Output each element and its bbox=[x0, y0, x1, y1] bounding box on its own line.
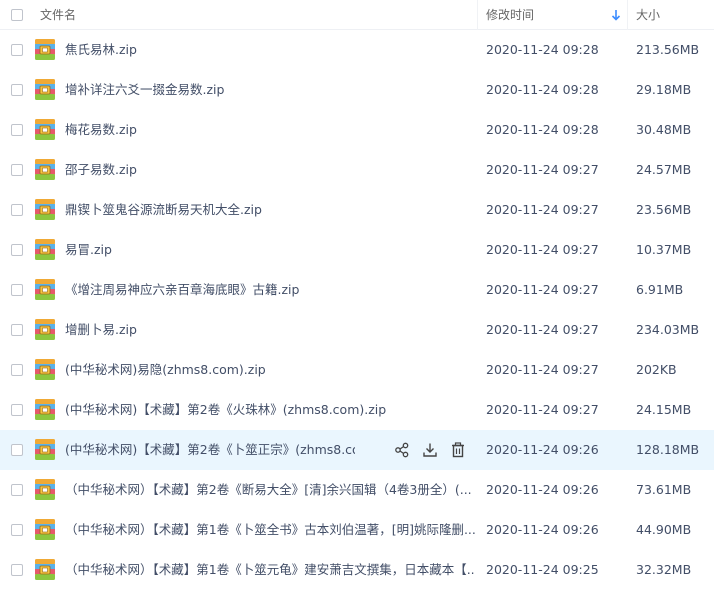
table-row[interactable]: 增删卜易.zip 2020-11-24 09:27 234.03MB bbox=[0, 310, 714, 350]
file-name[interactable]: 焦氏易林.zip bbox=[65, 30, 475, 70]
select-all-checkbox[interactable] bbox=[11, 9, 23, 21]
header-divider bbox=[477, 0, 478, 30]
share-icon[interactable] bbox=[393, 441, 411, 459]
zip-file-icon bbox=[35, 199, 55, 220]
row-checkbox[interactable] bbox=[11, 484, 23, 496]
row-checkbox[interactable] bbox=[11, 324, 23, 336]
file-list-table: 文件名 修改时间 大小 焦氏易林.zip 2020-11-24 09:28 213.… bbox=[0, 0, 714, 588]
zip-file-icon bbox=[35, 359, 55, 380]
zip-file-icon bbox=[35, 439, 55, 460]
zip-file-icon bbox=[35, 39, 55, 60]
file-size: 44.90MB bbox=[636, 522, 692, 537]
table-row[interactable]: 梅花易数.zip 2020-11-24 09:28 30.48MB bbox=[0, 110, 714, 150]
file-modified-time: 2020-11-24 09:27 bbox=[486, 202, 599, 217]
file-size: 24.15MB bbox=[636, 402, 692, 417]
file-name[interactable]: (中华秘术网)【术藏】第2卷《卜筮正宗》(zhms8.co... bbox=[65, 430, 355, 470]
row-checkbox[interactable] bbox=[11, 444, 23, 456]
file-size: 128.18MB bbox=[636, 442, 700, 457]
row-checkbox[interactable] bbox=[11, 124, 23, 136]
file-name[interactable]: 梅花易数.zip bbox=[65, 110, 475, 150]
file-modified-time: 2020-11-24 09:27 bbox=[486, 362, 599, 377]
file-name[interactable]: 增删卜易.zip bbox=[65, 310, 475, 350]
delete-icon[interactable] bbox=[449, 441, 467, 459]
file-modified-time: 2020-11-24 09:26 bbox=[486, 482, 599, 497]
table-row[interactable]: (中华秘术网)【术藏】第2卷《火珠林》(zhms8.com).zip 2020-1… bbox=[0, 390, 714, 430]
file-name[interactable]: 邵子易数.zip bbox=[65, 150, 475, 190]
file-name[interactable]: (中华秘术网)易隐(zhms8.com).zip bbox=[65, 350, 475, 390]
file-modified-time: 2020-11-24 09:27 bbox=[486, 162, 599, 177]
table-row[interactable]: 邵子易数.zip 2020-11-24 09:27 24.57MB bbox=[0, 150, 714, 190]
file-name[interactable]: （中华秘术网）【术藏】第1卷《卜筮元龟》建安萧吉文撰集，日本藏本【... bbox=[65, 550, 475, 590]
file-modified-time: 2020-11-24 09:27 bbox=[486, 322, 599, 337]
file-size: 23.56MB bbox=[636, 202, 692, 217]
file-name[interactable]: 易冒.zip bbox=[65, 230, 475, 270]
file-modified-time: 2020-11-24 09:28 bbox=[486, 122, 599, 137]
file-name[interactable]: (中华秘术网)【术藏】第2卷《火珠林》(zhms8.com).zip bbox=[65, 390, 475, 430]
file-modified-time: 2020-11-24 09:28 bbox=[486, 42, 599, 57]
table-row[interactable]: （中华秘术网）【术藏】第1卷《卜筮全书》古本刘伯温著，[明]姚际隆删... 202… bbox=[0, 510, 714, 550]
row-checkbox[interactable] bbox=[11, 84, 23, 96]
file-modified-time: 2020-11-24 09:25 bbox=[486, 562, 599, 577]
file-name[interactable]: （中华秘术网）【术藏】第2卷《断易大全》[清]余兴国辑（4卷3册全）(... bbox=[65, 470, 475, 510]
file-size: 234.03MB bbox=[636, 322, 700, 337]
file-modified-time: 2020-11-24 09:26 bbox=[486, 442, 599, 457]
file-modified-time: 2020-11-24 09:28 bbox=[486, 82, 599, 97]
file-size: 30.48MB bbox=[636, 122, 692, 137]
file-name[interactable]: 《增注周易神应六亲百章海底眼》古籍.zip bbox=[65, 270, 475, 310]
row-checkbox[interactable] bbox=[11, 284, 23, 296]
table-row[interactable]: （中华秘术网）【术藏】第2卷《断易大全》[清]余兴国辑（4卷3册全）(... 20… bbox=[0, 470, 714, 510]
table-row[interactable]: 《增注周易神应六亲百章海底眼》古籍.zip 2020-11-24 09:27 6.9… bbox=[0, 270, 714, 310]
file-size: 10.37MB bbox=[636, 242, 692, 257]
row-checkbox[interactable] bbox=[11, 564, 23, 576]
row-checkbox[interactable] bbox=[11, 524, 23, 536]
file-size: 6.91MB bbox=[636, 282, 684, 297]
zip-file-icon bbox=[35, 559, 55, 580]
row-checkbox[interactable] bbox=[11, 244, 23, 256]
file-name[interactable]: 增补详注六爻一掇金易数.zip bbox=[65, 70, 475, 110]
row-checkbox[interactable] bbox=[11, 44, 23, 56]
table-row[interactable]: (中华秘术网)【术藏】第2卷《卜筮正宗》(zhms8.co... 2020-11-… bbox=[0, 430, 714, 470]
header-modified-time[interactable]: 修改时间 bbox=[486, 0, 534, 30]
file-modified-time: 2020-11-24 09:27 bbox=[486, 402, 599, 417]
header-divider bbox=[627, 0, 628, 30]
table-row[interactable]: 焦氏易林.zip 2020-11-24 09:28 213.56MB bbox=[0, 30, 714, 70]
file-size: 24.57MB bbox=[636, 162, 692, 177]
file-modified-time: 2020-11-24 09:27 bbox=[486, 242, 599, 257]
zip-file-icon bbox=[35, 399, 55, 420]
sort-desc-icon[interactable] bbox=[611, 8, 621, 22]
zip-file-icon bbox=[35, 239, 55, 260]
download-icon[interactable] bbox=[421, 441, 439, 459]
file-size: 213.56MB bbox=[636, 42, 700, 57]
row-checkbox[interactable] bbox=[11, 164, 23, 176]
file-size: 32.32MB bbox=[636, 562, 692, 577]
file-size: 73.61MB bbox=[636, 482, 692, 497]
table-row[interactable]: 易冒.zip 2020-11-24 09:27 10.37MB bbox=[0, 230, 714, 270]
header-filename[interactable]: 文件名 bbox=[40, 0, 76, 30]
table-row[interactable]: (中华秘术网)易隐(zhms8.com).zip 2020-11-24 09:27… bbox=[0, 350, 714, 390]
row-checkbox[interactable] bbox=[11, 364, 23, 376]
zip-file-icon bbox=[35, 279, 55, 300]
row-checkbox[interactable] bbox=[11, 204, 23, 216]
zip-file-icon bbox=[35, 519, 55, 540]
file-modified-time: 2020-11-24 09:27 bbox=[486, 282, 599, 297]
file-size: 202KB bbox=[636, 362, 677, 377]
zip-file-icon bbox=[35, 479, 55, 500]
file-name[interactable]: 鼎锲卜筮鬼谷源流断易天机大全.zip bbox=[65, 190, 475, 230]
zip-file-icon bbox=[35, 119, 55, 140]
file-size: 29.18MB bbox=[636, 82, 692, 97]
row-checkbox[interactable] bbox=[11, 404, 23, 416]
table-row[interactable]: 鼎锲卜筮鬼谷源流断易天机大全.zip 2020-11-24 09:27 23.56M… bbox=[0, 190, 714, 230]
table-header: 文件名 修改时间 大小 bbox=[0, 0, 714, 30]
table-row[interactable]: 增补详注六爻一掇金易数.zip 2020-11-24 09:28 29.18MB bbox=[0, 70, 714, 110]
file-modified-time: 2020-11-24 09:26 bbox=[486, 522, 599, 537]
zip-file-icon bbox=[35, 159, 55, 180]
file-name[interactable]: （中华秘术网）【术藏】第1卷《卜筮全书》古本刘伯温著，[明]姚际隆删... bbox=[65, 510, 475, 550]
table-row[interactable]: （中华秘术网）【术藏】第1卷《卜筮元龟》建安萧吉文撰集，日本藏本【... 2020… bbox=[0, 550, 714, 590]
zip-file-icon bbox=[35, 79, 55, 100]
zip-file-icon bbox=[35, 319, 55, 340]
header-size[interactable]: 大小 bbox=[636, 0, 660, 30]
